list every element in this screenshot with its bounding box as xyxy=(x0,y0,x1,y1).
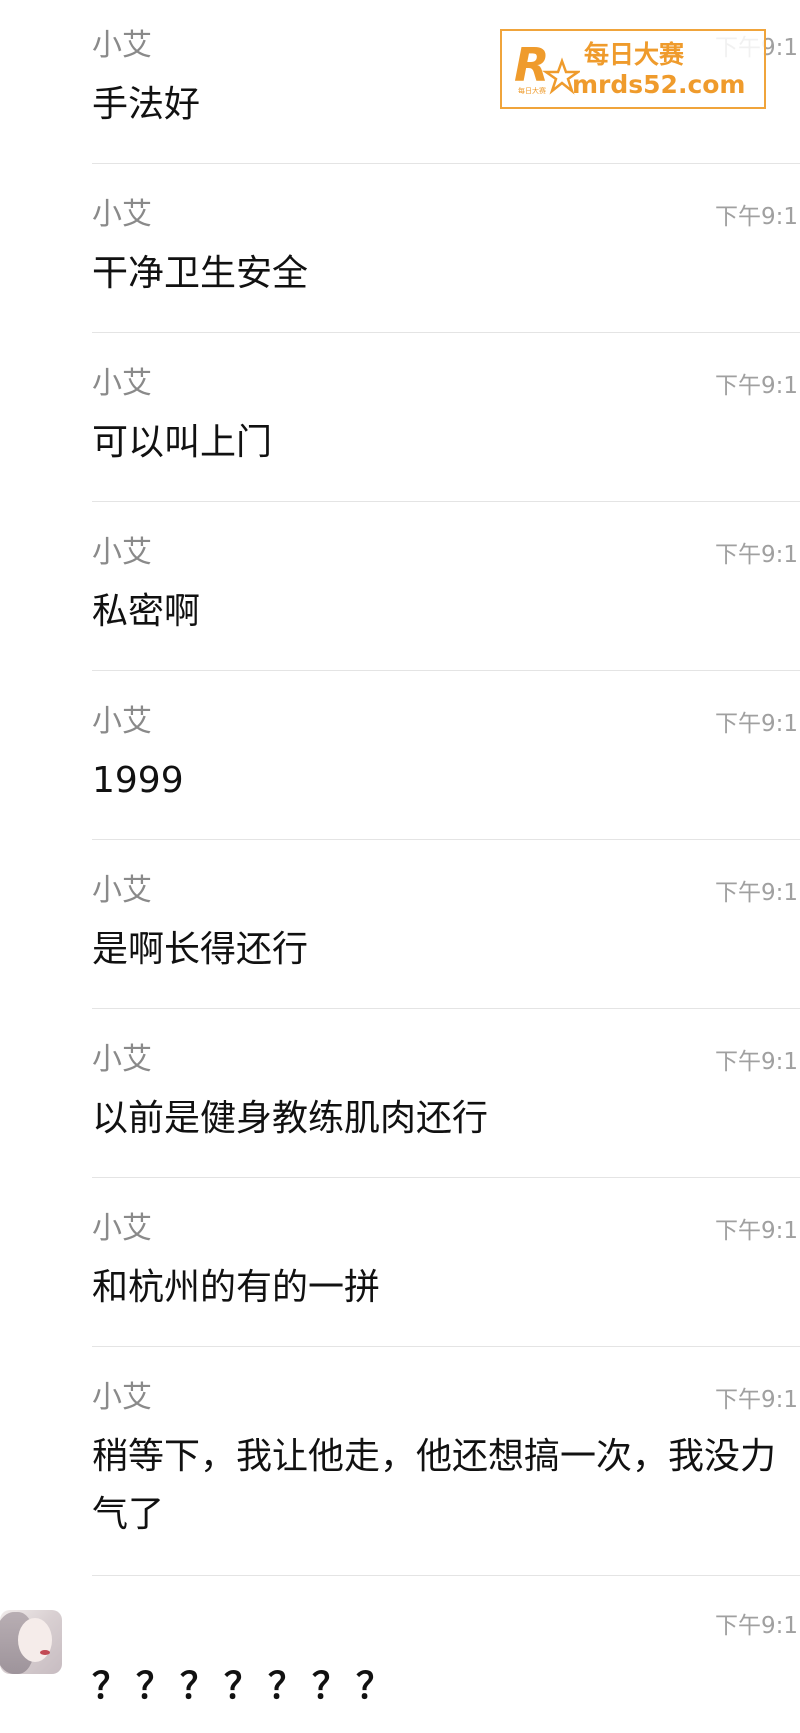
sender-name: 小艾 xyxy=(92,366,152,401)
message-time: 下午9:1 xyxy=(715,1218,799,1244)
contact-avatar[interactable] xyxy=(0,1610,62,1674)
message-time: 下午9:1 xyxy=(715,1387,799,1413)
sender-name: 小艾 xyxy=(92,1211,152,1246)
sender-name: 小艾 xyxy=(92,1042,152,1077)
divider xyxy=(92,1346,800,1347)
message-time: 下午9:1 xyxy=(715,204,799,230)
divider xyxy=(92,1177,800,1178)
watermark-url: mrds52.com xyxy=(572,70,746,99)
message-time: 下午9:1 xyxy=(715,1613,799,1639)
message-text: 稍等下，我让他走，他还想搞一次，我没力气了 xyxy=(92,1436,777,1535)
message-time: 下午9:1 xyxy=(715,542,799,568)
logo-letter: R xyxy=(514,38,549,92)
divider xyxy=(92,1575,800,1576)
message-text: ？？？？？？？ xyxy=(92,1666,401,1707)
message-time: 下午9:1 xyxy=(715,880,799,906)
watermark-logo: R 每日大赛 每日大赛 mrds52.com xyxy=(500,29,766,109)
logo-small-text: 每日大赛 xyxy=(518,86,546,95)
message-time: 下午9:1 xyxy=(715,711,799,737)
divider xyxy=(92,670,800,671)
sender-name: 小艾 xyxy=(92,704,152,739)
sender-name: 小艾 xyxy=(92,1380,152,1415)
message-time: 下午9:1 xyxy=(715,1049,799,1075)
sender-name: 小艾 xyxy=(92,873,152,908)
message-text: 以前是健身教练肌肉还行 xyxy=(92,1098,489,1139)
message-time: 下午9:1 xyxy=(715,373,799,399)
message-text: 干净卫生安全 xyxy=(92,253,309,294)
divider xyxy=(92,163,800,164)
watermark-title: 每日大赛 xyxy=(584,40,685,69)
message-text: 是啊长得还行 xyxy=(92,929,309,970)
logo-r-star-icon: R 每日大赛 xyxy=(514,38,580,95)
message-text: 和杭州的有的一拼 xyxy=(92,1267,381,1308)
divider xyxy=(92,501,800,502)
sender-name: 小艾 xyxy=(92,535,152,570)
divider xyxy=(92,332,800,333)
chat-history[interactable]: 小艾 下午9:1 手法好 小艾 下午9:1 干净卫生安全 小艾 下午9:1 可以… xyxy=(0,0,800,1733)
sender-name: 小艾 xyxy=(92,197,152,232)
sender-name: 小艾 xyxy=(92,28,152,63)
message-text: 1999 xyxy=(92,760,184,801)
message-text: 私密啊 xyxy=(92,591,201,632)
divider xyxy=(92,1008,800,1009)
divider xyxy=(92,839,800,840)
message-text: 可以叫上门 xyxy=(92,422,273,463)
